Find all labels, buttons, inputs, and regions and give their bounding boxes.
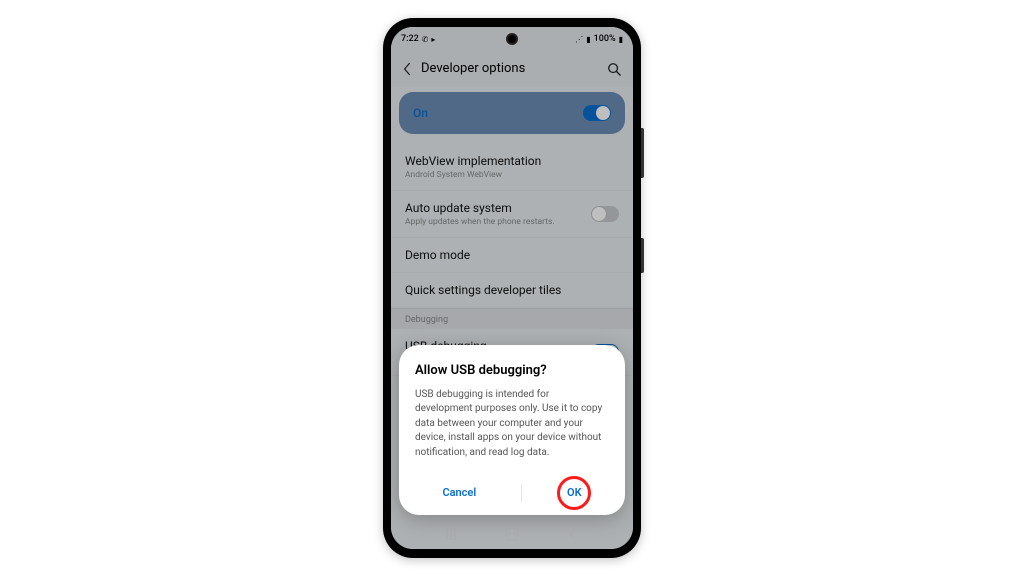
dialog-actions: Cancel OK: [415, 474, 609, 505]
ok-button[interactable]: OK: [557, 480, 592, 505]
volume-button: [641, 128, 644, 178]
action-divider: [521, 484, 522, 502]
phone-frame: 7:22 ✆ ▸ ⋰ ▮ 100% ▮ Developer options On: [383, 18, 641, 558]
cancel-button[interactable]: Cancel: [432, 480, 486, 505]
ok-button-label: OK: [567, 486, 582, 499]
dialog-title: Allow USB debugging?: [415, 363, 609, 378]
dialog-body: USB debugging is intended for developmen…: [415, 388, 609, 461]
power-button: [641, 238, 644, 273]
usb-debugging-dialog: Allow USB debugging? USB debugging is in…: [399, 345, 625, 516]
camera-hole: [506, 33, 518, 45]
screen: 7:22 ✆ ▸ ⋰ ▮ 100% ▮ Developer options On: [391, 27, 633, 549]
